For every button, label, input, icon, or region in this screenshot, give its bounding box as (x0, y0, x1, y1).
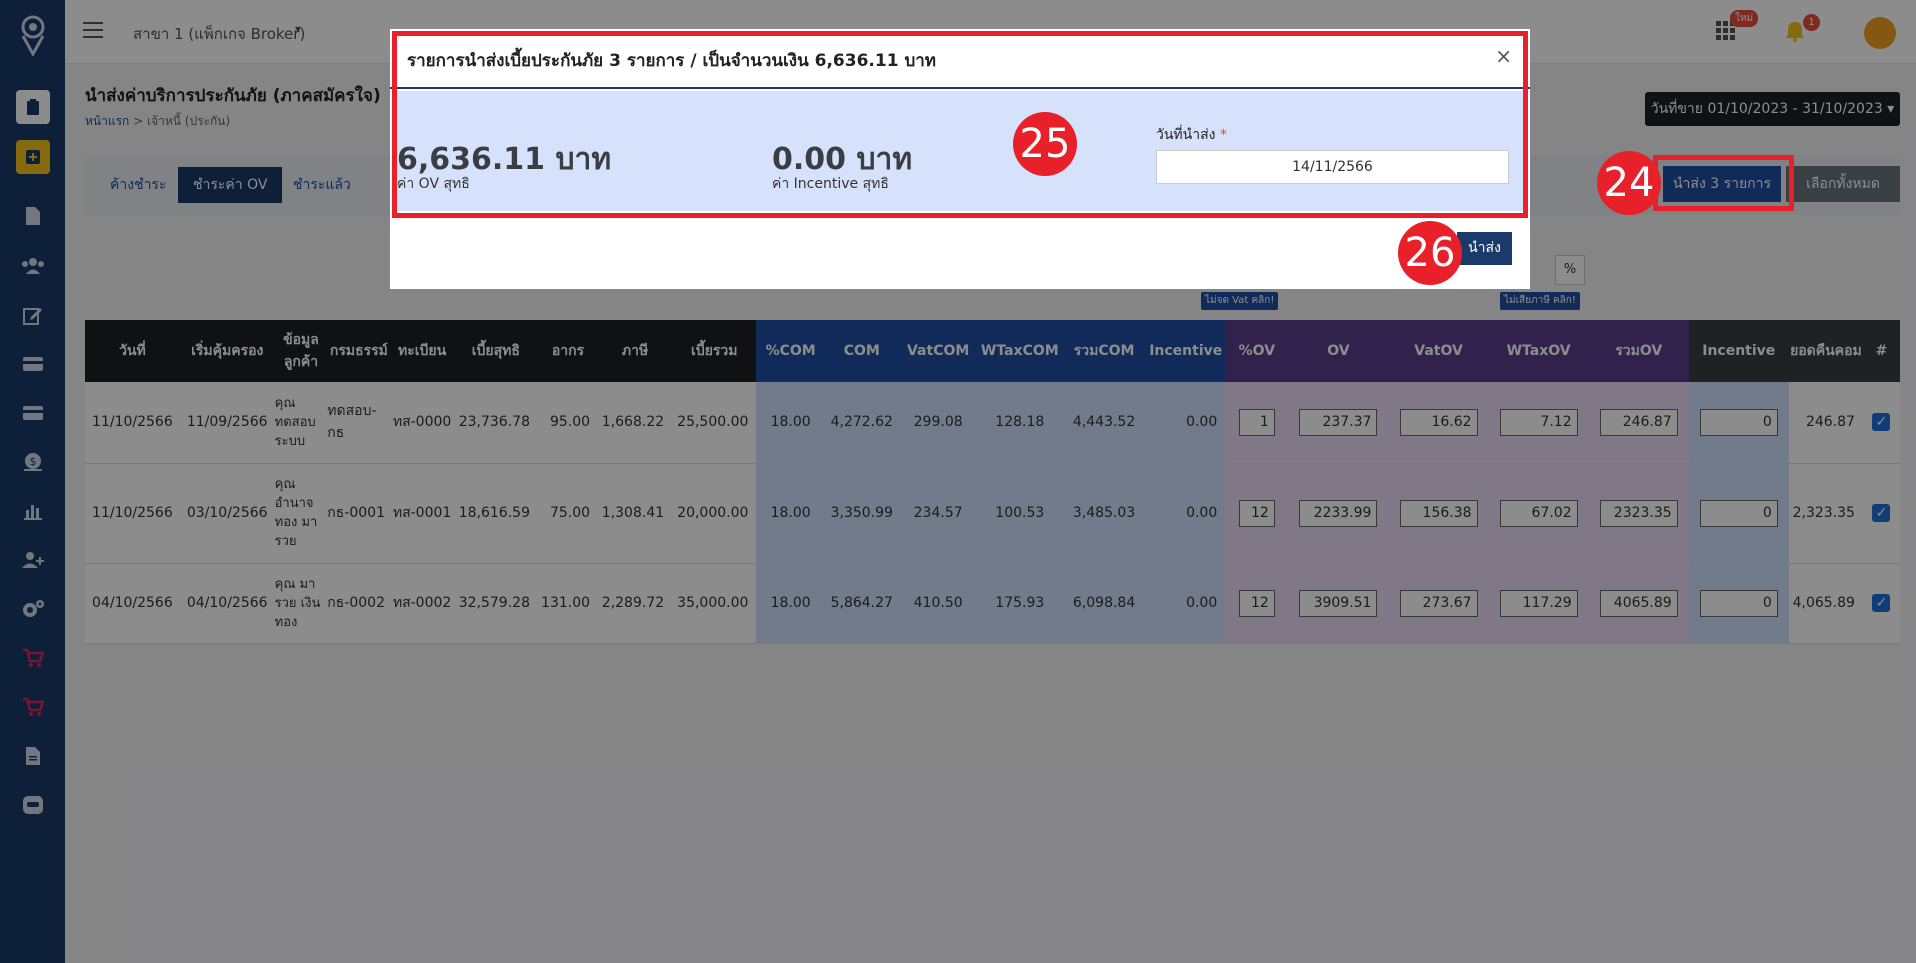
highlight-modal-box (392, 31, 1528, 218)
modal-submit-button[interactable]: นำส่ง (1457, 232, 1512, 265)
step-marker-24: 24 (1597, 151, 1661, 215)
highlight-submit-box (1653, 155, 1794, 211)
step-marker-25: 25 (1013, 112, 1077, 176)
step-marker-26: 26 (1398, 221, 1462, 285)
